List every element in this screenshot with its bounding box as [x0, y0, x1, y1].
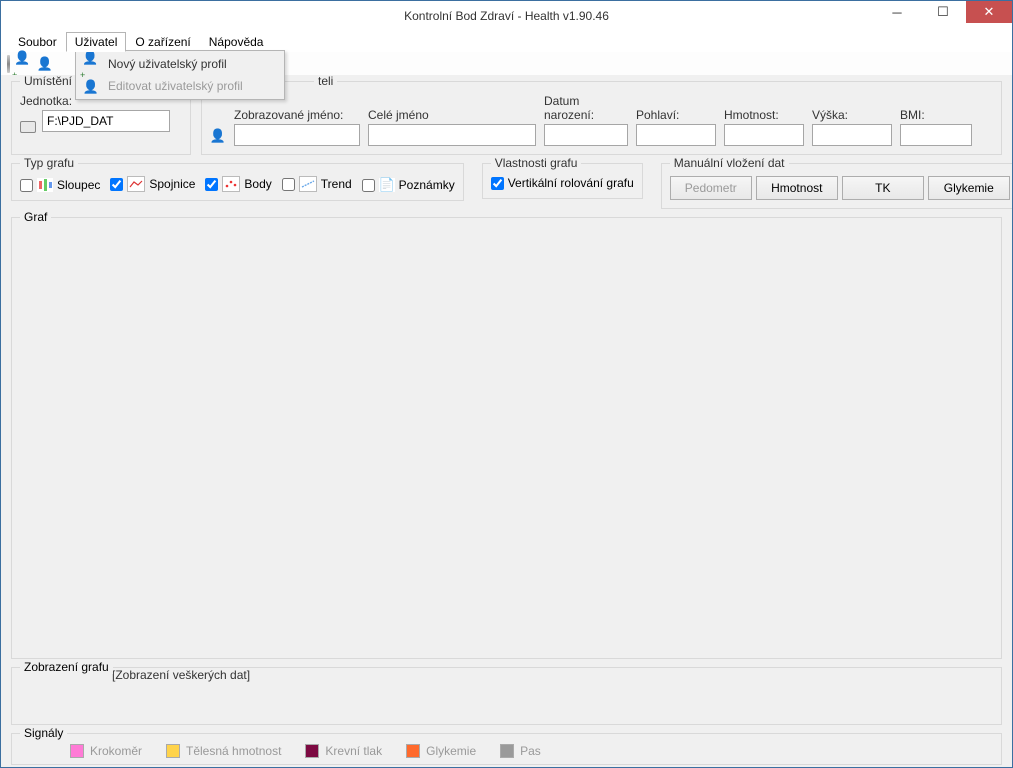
dob-input[interactable]: [544, 124, 628, 146]
group-graph-props: Vlastnosti grafu Vertikální rolování gra…: [482, 163, 643, 199]
signal-pedometer: Krokoměr: [70, 744, 142, 758]
btn-weight[interactable]: Hmotnost: [756, 176, 838, 200]
drive-icon: [20, 116, 36, 132]
group-display-legend: Zobrazení grafu: [20, 660, 113, 674]
sex-input[interactable]: [636, 124, 716, 146]
bar-chart-icon: [37, 178, 53, 192]
signal-glycemia: Glykemie: [406, 744, 476, 758]
chk-notes-input[interactable]: [362, 179, 375, 192]
display-text: [Zobrazení veškerých dat]: [112, 668, 250, 682]
btn-blood-pressure[interactable]: TK: [842, 176, 924, 200]
title-bar: Kontrolní Bod Zdraví - Health v1.90.46 ─…: [1, 1, 1012, 31]
unit-input[interactable]: [42, 110, 170, 132]
full-name-label: Celé jméno: [368, 108, 536, 122]
window-minimize-button[interactable]: ─: [874, 1, 920, 23]
display-name-input[interactable]: [234, 124, 360, 146]
btn-glycemia[interactable]: Glykemie: [928, 176, 1010, 200]
toolbar-grip-icon: [7, 55, 10, 73]
user-profile-icon: 👤: [210, 127, 226, 143]
group-graph-type: Typ grafu Sloupec Spojnice: [11, 163, 464, 201]
chk-points-input[interactable]: [205, 178, 218, 191]
swatch-yellow-icon: [166, 744, 180, 758]
chk-bar-input[interactable]: [20, 179, 33, 192]
display-name-label: Zobrazované jméno:: [234, 108, 360, 122]
chk-points[interactable]: Body: [205, 176, 271, 192]
sex-label: Pohlaví:: [636, 108, 716, 122]
bmi-label: BMI:: [900, 108, 972, 122]
chk-line-input[interactable]: [110, 178, 123, 191]
chk-vertical-scroll-input[interactable]: [491, 177, 504, 190]
dob-label: Datum narození:: [544, 94, 628, 122]
toolbar-user-button[interactable]: 👤: [36, 55, 54, 73]
swatch-pink-icon: [70, 744, 84, 758]
weight-input[interactable]: [724, 124, 804, 146]
signal-waist: Pas: [500, 744, 541, 758]
group-manual-entry-legend: Manuální vložení dat: [670, 156, 789, 170]
btn-pedometer: Pedometr: [670, 176, 752, 200]
line-chart-icon: [127, 176, 145, 192]
group-signals: Signály Krokoměr Tělesná hmotnost Krevní…: [11, 733, 1002, 765]
chk-notes[interactable]: 📄 Poznámky: [362, 178, 455, 192]
group-graph-type-legend: Typ grafu: [20, 156, 78, 170]
menu-uzivatel[interactable]: Uživatel: [66, 32, 127, 52]
group-manual-entry: Manuální vložení dat Pedometr Hmotnost T…: [661, 163, 1012, 209]
trend-icon: [299, 176, 317, 192]
group-graph: Graf: [11, 217, 1002, 659]
menu-soubor[interactable]: Soubor: [9, 32, 66, 52]
signal-body-weight: Tělesná hmotnost: [166, 744, 281, 758]
user-icon: 👤: [82, 80, 100, 93]
group-display: Zobrazení grafu [Zobrazení veškerých dat…: [11, 667, 1002, 725]
menu-o-zarizeni[interactable]: O zařízení: [126, 32, 199, 52]
swatch-grey-icon: [500, 744, 514, 758]
chk-vertical-scroll[interactable]: Vertikální rolování grafu: [491, 176, 634, 190]
toolbar-user-add-button[interactable]: 👤: [14, 55, 32, 73]
chk-trend[interactable]: Trend: [282, 176, 352, 192]
swatch-orange-icon: [406, 744, 420, 758]
height-input[interactable]: [812, 124, 892, 146]
scatter-icon: [222, 176, 240, 192]
chk-bar[interactable]: Sloupec: [20, 178, 100, 192]
window-maximize-button[interactable]: ☐: [920, 1, 966, 23]
group-graph-props-legend: Vlastnosti grafu: [491, 156, 582, 170]
height-label: Výška:: [812, 108, 892, 122]
menu-uzivatel-dropdown: 👤 Nový uživatelský profil 👤 Editovat uži…: [75, 50, 285, 100]
window-title: Kontrolní Bod Zdraví - Health v1.90.46: [1, 9, 1012, 23]
group-location-legend: Umístění: [20, 75, 76, 88]
swatch-maroon-icon: [305, 744, 319, 758]
window-close-button[interactable]: ✕: [966, 1, 1012, 23]
bmi-input[interactable]: [900, 124, 972, 146]
signal-blood-pressure: Krevní tlak: [305, 744, 382, 758]
menu-bar: Soubor Uživatel O zařízení Nápověda: [1, 31, 1012, 52]
menu-napoveda[interactable]: Nápověda: [200, 32, 273, 52]
user-add-icon: 👤: [82, 51, 100, 77]
notes-icon: 📄: [379, 178, 395, 192]
group-signals-legend: Signály: [20, 726, 67, 740]
group-user-info: teli 👤 Zobrazované jméno: Celé jméno Dat…: [201, 81, 1002, 155]
menu-item-edit-user-profile: 👤 Editovat uživatelský profil: [78, 75, 282, 97]
chk-line[interactable]: Spojnice: [110, 176, 195, 192]
weight-label: Hmotnost:: [724, 108, 804, 122]
menu-item-new-user-profile[interactable]: 👤 Nový uživatelský profil: [78, 53, 282, 75]
chk-trend-input[interactable]: [282, 178, 295, 191]
group-graph-legend: Graf: [20, 210, 51, 224]
full-name-input[interactable]: [368, 124, 536, 146]
group-user-info-legend-suffix: teli: [314, 75, 337, 88]
